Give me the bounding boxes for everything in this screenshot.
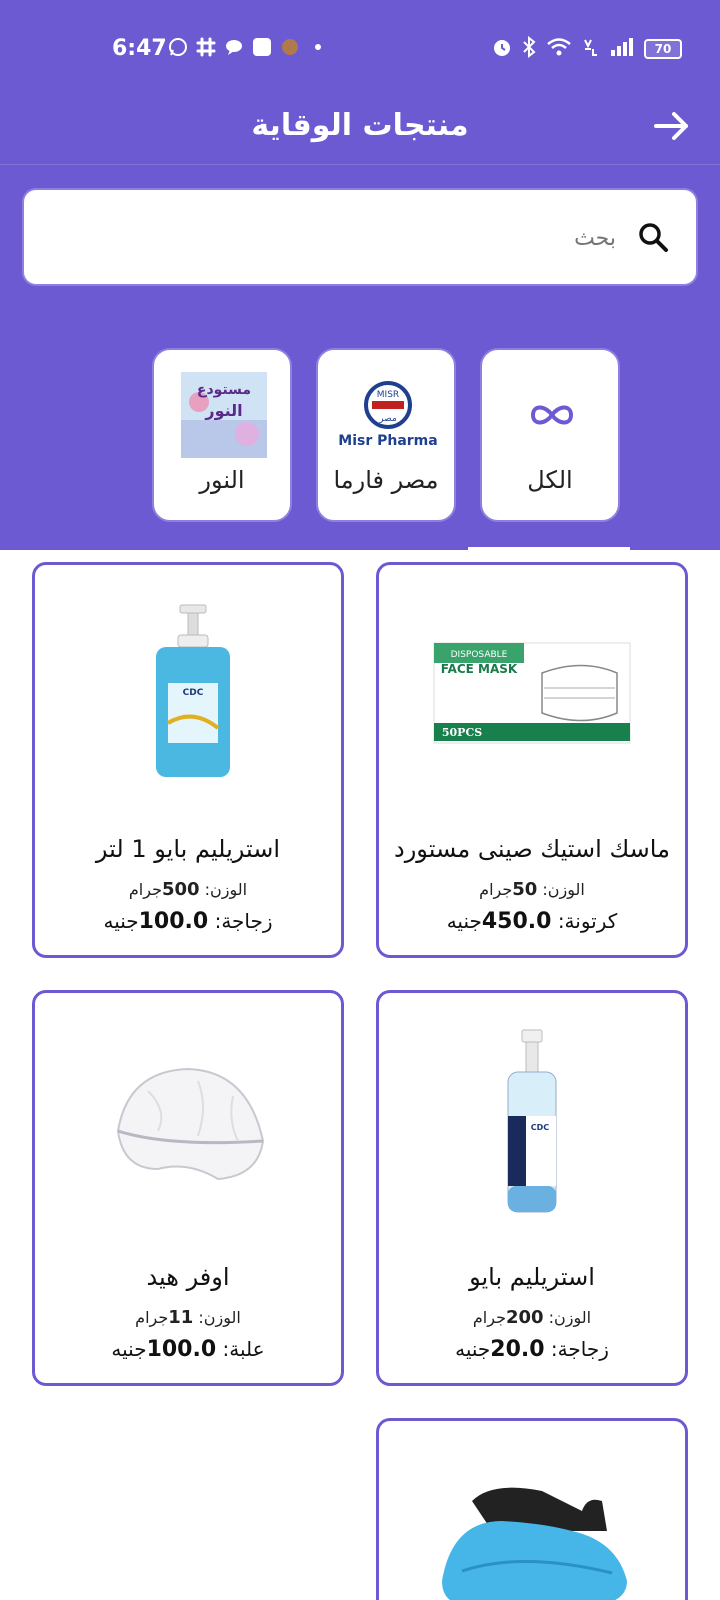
svg-text:النور: النور bbox=[204, 401, 242, 420]
alnour-logo: مستودع النور bbox=[174, 370, 274, 460]
product-price: زجاجة: 20.0جنيه bbox=[455, 1337, 609, 1362]
back-arrow-icon[interactable] bbox=[650, 104, 694, 148]
spray-bottle-image: CDC bbox=[422, 1021, 642, 1221]
product-card[interactable]: CDC استريليم بايو الوزن: 200جرام زجاجة: … bbox=[376, 990, 688, 1386]
hair-cap-image bbox=[78, 1021, 298, 1221]
page-title: منتجات الوقاية bbox=[251, 108, 469, 143]
alarm-icon bbox=[492, 36, 512, 62]
svg-text:مصر: مصر bbox=[378, 414, 397, 424]
product-weight: الوزن: 200جرام bbox=[472, 1307, 592, 1328]
bluetooth-icon bbox=[522, 35, 536, 62]
search-input[interactable] bbox=[76, 216, 616, 260]
more-dot-icon bbox=[308, 36, 328, 58]
infinity-icon bbox=[502, 370, 602, 460]
product-card[interactable] bbox=[376, 1418, 688, 1600]
category-label: الكل bbox=[527, 466, 573, 494]
volte-icon bbox=[582, 36, 600, 62]
product-price: كرتونة: 450.0جنيه bbox=[446, 909, 618, 934]
product-name: استريليم بايو bbox=[469, 1263, 595, 1291]
system-icons: 70 bbox=[492, 35, 682, 62]
mask-box-count-text: 50PCS bbox=[442, 726, 482, 739]
selected-category-indicator bbox=[468, 547, 630, 550]
product-price: علبة: 100.0جنيه bbox=[111, 1337, 265, 1362]
app-square-icon bbox=[252, 36, 272, 58]
app-header: 6:47 70 منتجات الوقاية بحث الكل MISR مصر… bbox=[0, 0, 720, 550]
notification-icons bbox=[168, 36, 328, 58]
svg-text:مستودع: مستودع bbox=[197, 382, 251, 398]
status-time: 6:47 bbox=[112, 36, 167, 61]
mask-box-main-text: FACE MASK bbox=[441, 662, 518, 676]
product-weight: الوزن: 11جرام bbox=[135, 1307, 241, 1328]
wifi-icon bbox=[546, 37, 572, 61]
slack-icon bbox=[196, 36, 216, 58]
chat-icon bbox=[224, 36, 244, 58]
category-alnour[interactable]: مستودع النور النور bbox=[152, 348, 292, 522]
misr-pharma-logo: MISR مصر Misr Pharma bbox=[338, 370, 438, 460]
product-name: اوفر هيد bbox=[146, 1263, 230, 1291]
product-card[interactable]: CDC استريليم بايو 1 لتر الوزن: 500جرام ز… bbox=[32, 562, 344, 958]
category-label: النور bbox=[199, 466, 245, 494]
shoe-cover-image bbox=[432, 1461, 632, 1600]
status-bar: 6:47 70 bbox=[0, 0, 720, 96]
product-price: زجاجة: 100.0جنيه bbox=[103, 909, 273, 934]
avatar-icon bbox=[280, 36, 300, 58]
category-misr-pharma[interactable]: MISR مصر Misr Pharma مصر فارما bbox=[316, 348, 456, 522]
product-name: ماسك استيك صينى مستورد bbox=[394, 835, 670, 863]
product-card[interactable]: DISPOSABLE FACE MASK 50PCS ماسك استيك صي… bbox=[376, 562, 688, 958]
title-divider bbox=[0, 164, 720, 165]
svg-text:MISR: MISR bbox=[377, 390, 399, 400]
mask-box-top-text: DISPOSABLE bbox=[451, 650, 508, 660]
product-weight: الوزن: 500جرام bbox=[128, 879, 248, 900]
product-weight: الوزن: 50جرام bbox=[479, 879, 585, 900]
search-bar[interactable] bbox=[22, 188, 698, 286]
battery-indicator: 70 bbox=[644, 39, 682, 59]
category-all[interactable]: الكل bbox=[480, 348, 620, 522]
search-icon[interactable] bbox=[636, 220, 672, 256]
bottle-brand-text: CDC bbox=[183, 688, 204, 698]
bottle-brand-text: CDC bbox=[531, 1123, 550, 1132]
product-card[interactable]: اوفر هيد الوزن: 11جرام علبة: 100.0جنيه bbox=[32, 990, 344, 1386]
signal-icon bbox=[610, 37, 634, 61]
sanitizer-bottle-image: CDC bbox=[78, 593, 298, 793]
face-mask-box-image: DISPOSABLE FACE MASK 50PCS bbox=[422, 593, 642, 793]
whatsapp-icon bbox=[168, 36, 188, 58]
title-bar: منتجات الوقاية bbox=[0, 96, 720, 166]
product-name: استريليم بايو 1 لتر bbox=[95, 835, 281, 863]
category-label: مصر فارما bbox=[333, 466, 439, 494]
misr-pharma-logo-text: Misr Pharma bbox=[338, 433, 438, 449]
